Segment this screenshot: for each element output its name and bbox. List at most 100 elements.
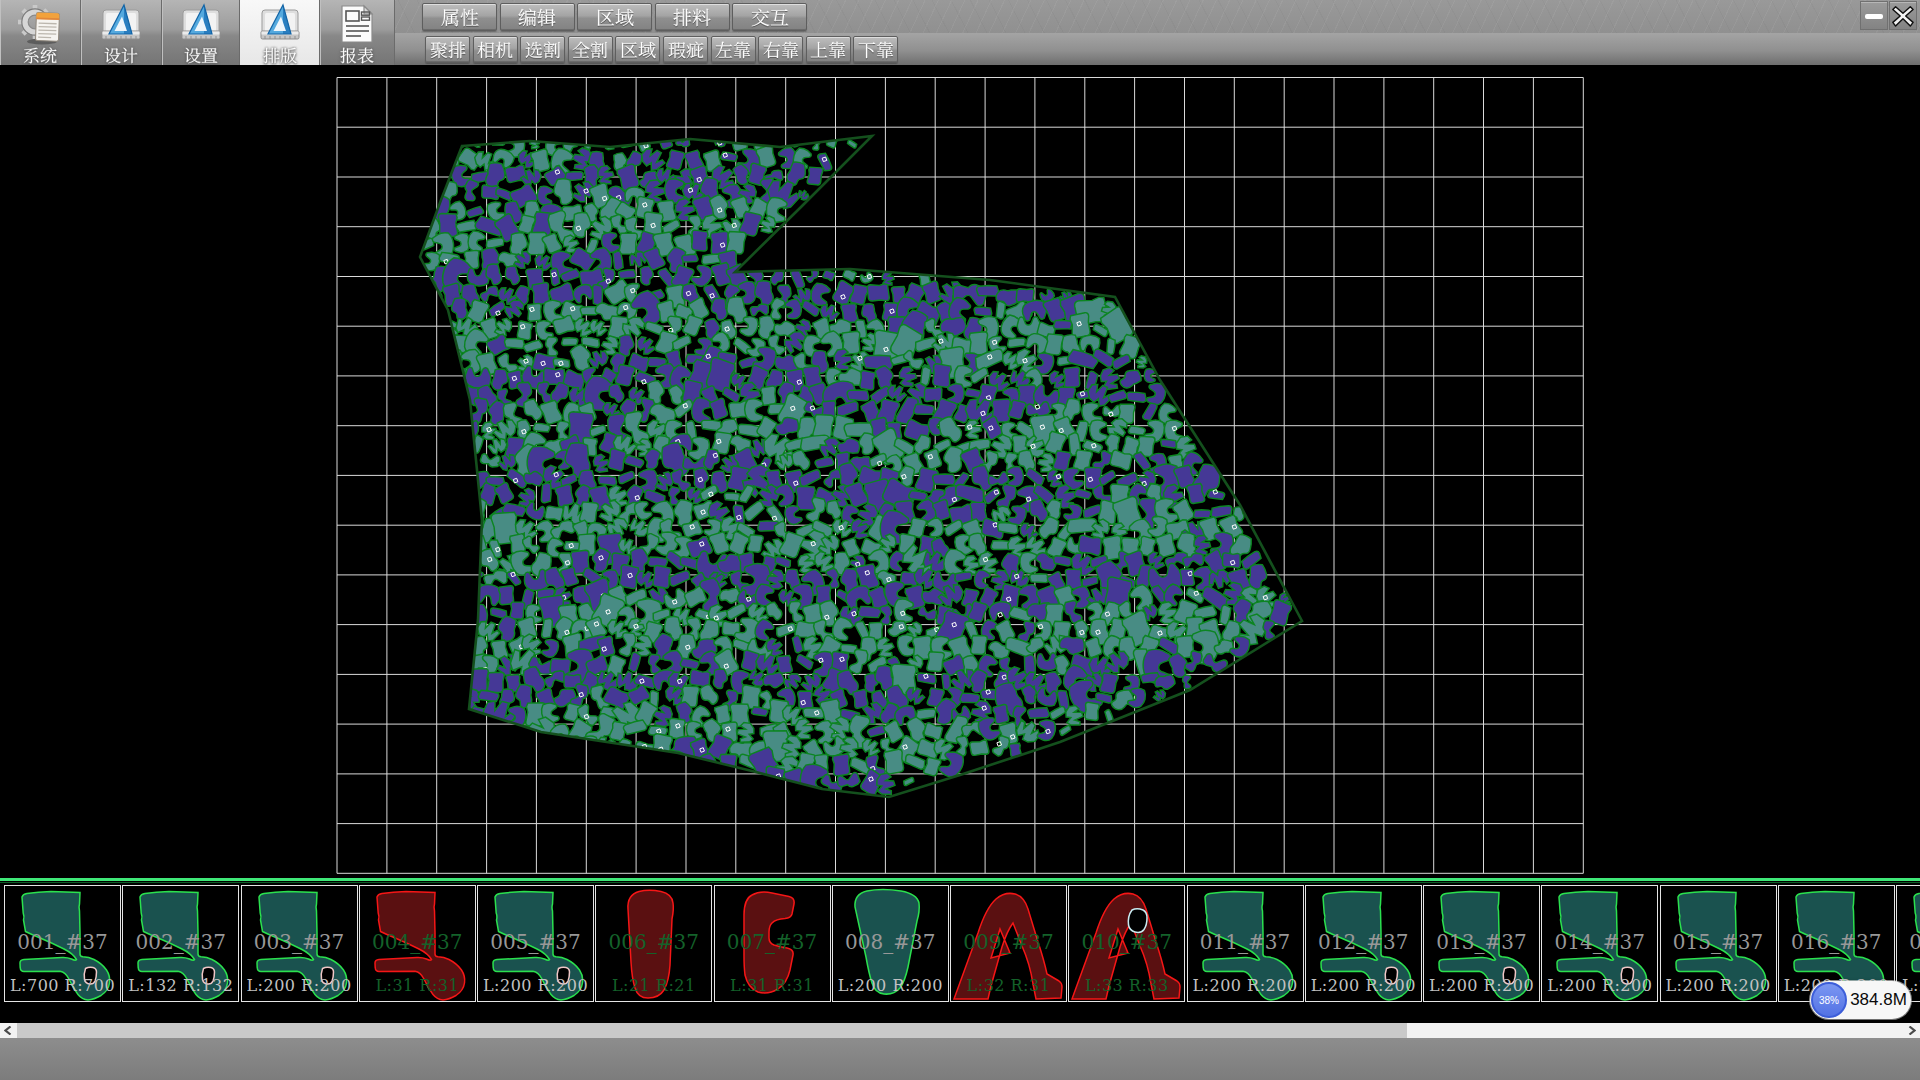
parts-strip: 001_#37L:700 R:700002_#37L:132 R:132003_… bbox=[0, 884, 1920, 1004]
tool-item-label bbox=[810, 41, 846, 59]
tool-item-snap-up[interactable]: 上靠 bbox=[806, 36, 851, 63]
part-cell[interactable]: 002_#37L:132 R:132 bbox=[122, 885, 239, 1002]
nav-tab-label bbox=[104, 47, 138, 64]
progress-percent: 38% bbox=[1819, 995, 1839, 1006]
part-counts: L:200 R:200 bbox=[242, 976, 357, 995]
part-cell[interactable]: 010_#37 L:33 R:33 bbox=[1068, 885, 1185, 1002]
triangle-ruler-icon bbox=[258, 3, 302, 45]
progress-circle: 38% bbox=[1811, 982, 1847, 1018]
menu-item-label bbox=[441, 8, 479, 27]
menu-item-label bbox=[751, 8, 789, 27]
part-title: 009_#37 bbox=[951, 930, 1066, 954]
nesting-canvas-svg bbox=[0, 65, 1920, 879]
chevron-right-icon bbox=[1908, 1026, 1916, 1035]
menu-item-label bbox=[518, 8, 556, 27]
nav-tab-label-text: 设计 bbox=[81, 0, 82, 1]
part-cell[interactable]: 015_#37L:200 R:200 bbox=[1660, 885, 1777, 1002]
part-counts: L:21 R:21 bbox=[596, 976, 711, 995]
part-cell[interactable]: 013_#37L:200 R:200 bbox=[1423, 885, 1540, 1002]
close-icon bbox=[1891, 4, 1915, 28]
part-counts: L:33 R:33 bbox=[1069, 976, 1184, 995]
menu-item-properties[interactable]: 属性 bbox=[422, 3, 497, 31]
part-cell[interactable]: 007_#37 L:31 R:31 bbox=[714, 885, 831, 1002]
triangle-ruler-icon bbox=[99, 3, 143, 45]
scroll-right-arrow[interactable] bbox=[1904, 1023, 1920, 1038]
report-doc-icon bbox=[335, 3, 379, 45]
tool-item-snap-left[interactable]: 左靠 bbox=[711, 36, 756, 63]
part-cell[interactable]: 005_#37 L:200 R:200 bbox=[477, 885, 594, 1002]
scroll-left-arrow[interactable] bbox=[0, 1023, 16, 1038]
part-counts: L:200 R:200 bbox=[1306, 976, 1421, 995]
part-counts: L:32 R:31 bbox=[951, 976, 1066, 995]
menu-item-nesting[interactable]: 排料 bbox=[655, 3, 730, 31]
part-cell[interactable]: 009_#37 L:32 R:31 bbox=[950, 885, 1067, 1002]
part-cell[interactable]: 001_#37L:700 R:700 bbox=[4, 885, 121, 1002]
part-title: 010_#37 bbox=[1069, 930, 1184, 954]
close-button[interactable] bbox=[1889, 1, 1917, 30]
nested-pieces[interactable] bbox=[388, 130, 1293, 799]
menu-item-interact[interactable]: 交互 bbox=[732, 3, 807, 31]
part-title: 012_#37 bbox=[1306, 930, 1421, 954]
nav-tab-layout[interactable]: 排版 bbox=[240, 0, 320, 65]
tool-item-label bbox=[620, 41, 656, 59]
nav-tab-report[interactable]: 报表 bbox=[320, 0, 395, 65]
tool-item-label bbox=[572, 41, 608, 59]
chevron-left-icon bbox=[4, 1026, 12, 1035]
nav-tab-label bbox=[340, 47, 374, 64]
part-title: 007_#37 bbox=[715, 930, 830, 954]
tool-item-cut-all[interactable]: 全割 bbox=[568, 36, 613, 63]
part-cell[interactable]: 008_#37L:200 R:200 bbox=[832, 885, 949, 1002]
part-title: 011_#37 bbox=[1188, 930, 1303, 954]
menu-item-label bbox=[673, 8, 711, 27]
nav-tab-label bbox=[184, 47, 218, 64]
nesting-canvas[interactable] bbox=[0, 65, 1920, 879]
tool-item-select-cut[interactable]: 选割 bbox=[520, 36, 565, 63]
part-title: 008_#37 bbox=[833, 930, 948, 954]
tool-item-snap-down[interactable]: 下靠 bbox=[853, 36, 898, 63]
nav-tab-design[interactable]: 设计 bbox=[81, 0, 162, 65]
memory-badge: 38% 384.8M bbox=[1810, 981, 1911, 1019]
part-title: 016_#37 bbox=[1779, 930, 1894, 954]
minimize-icon bbox=[1864, 12, 1884, 20]
part-title: 017_#37 bbox=[1897, 930, 1920, 954]
part-title: 002_#37 bbox=[123, 930, 238, 954]
part-counts: L:700 R:700 bbox=[5, 976, 120, 995]
horizontal-scrollbar[interactable] bbox=[0, 1023, 1920, 1038]
part-counts: L:200 R:200 bbox=[478, 976, 593, 995]
part-cell[interactable]: 011_#37 L:200 R:200 bbox=[1187, 885, 1304, 1002]
part-counts: L:31 R:31 bbox=[360, 976, 475, 995]
part-counts: L:31 R:31 bbox=[715, 976, 830, 995]
tool-item-camera[interactable]: 相机 bbox=[473, 36, 518, 63]
menu-item-edit[interactable]: 编辑 bbox=[500, 3, 575, 31]
menu-item-label bbox=[596, 8, 634, 27]
part-cell[interactable]: 012_#37 L:200 R:200 bbox=[1305, 885, 1422, 1002]
tool-item-label bbox=[668, 41, 704, 59]
status-bar bbox=[0, 1038, 1920, 1080]
part-title: 006_#37 bbox=[596, 930, 711, 954]
minimize-button[interactable] bbox=[1860, 1, 1888, 30]
memory-value: 384.8M bbox=[1852, 981, 1905, 1019]
tool-item-label bbox=[477, 41, 513, 59]
nav-tab-settings[interactable]: 设置 bbox=[162, 0, 240, 65]
part-cell[interactable]: 004_#37L:31 R:31 bbox=[359, 885, 476, 1002]
part-title: 013_#37 bbox=[1424, 930, 1539, 954]
tool-item-defect[interactable]: 瑕疵 bbox=[663, 36, 708, 63]
part-title: 014_#37 bbox=[1542, 930, 1657, 954]
tool-item-snap-right[interactable]: 右靠 bbox=[758, 36, 803, 63]
part-cell[interactable]: 014_#37 L:200 R:200 bbox=[1541, 885, 1658, 1002]
nav-tab-label bbox=[263, 47, 297, 64]
part-title: 005_#37 bbox=[478, 930, 593, 954]
nav-tab-label bbox=[23, 47, 57, 64]
tool-item-cluster-nest[interactable]: 聚排 bbox=[425, 36, 470, 63]
part-counts: L:200 R:200 bbox=[1188, 976, 1303, 995]
part-counts: L:200 R:200 bbox=[1542, 976, 1657, 995]
part-cell[interactable]: 003_#37L:200 R:200 bbox=[241, 885, 358, 1002]
scrollbar-thumb[interactable] bbox=[17, 1023, 1407, 1038]
part-cell[interactable]: 006_#37 L:21 R:21 bbox=[595, 885, 712, 1002]
part-counts: L:200 R:200 bbox=[1661, 976, 1776, 995]
tool-item-region[interactable]: 区域 bbox=[615, 36, 660, 63]
menu-item-region[interactable]: 区域 bbox=[577, 3, 652, 31]
nav-tab-system[interactable]: 系统 bbox=[0, 0, 81, 65]
tool-item-label bbox=[525, 41, 561, 59]
parts-panel-separator-shadow bbox=[0, 882, 1920, 883]
